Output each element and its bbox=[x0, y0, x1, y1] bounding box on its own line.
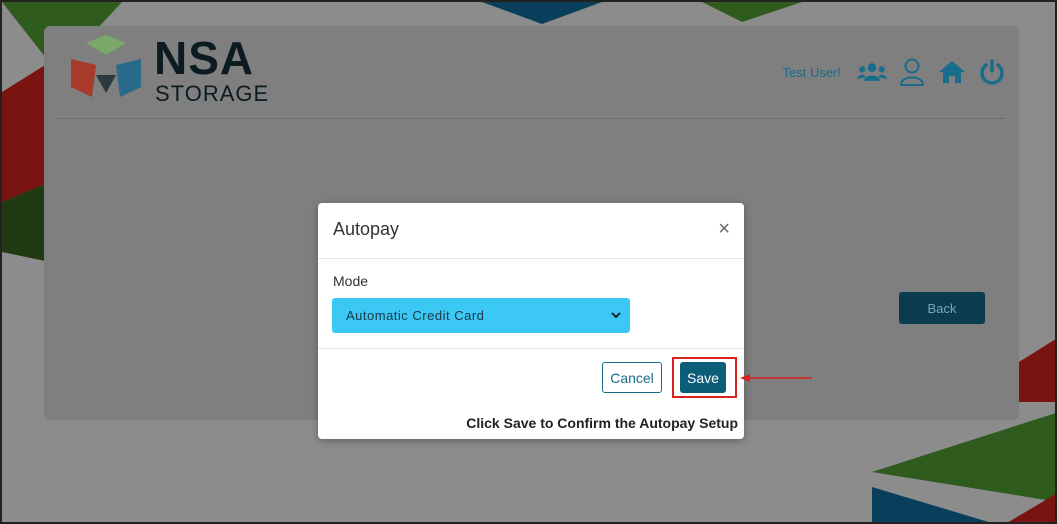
user-icon[interactable] bbox=[897, 57, 927, 87]
logo-main-text: NSA bbox=[154, 32, 255, 84]
power-icon[interactable] bbox=[977, 57, 1007, 87]
mode-label: Mode bbox=[333, 273, 369, 289]
pointer-arrow-icon bbox=[740, 374, 812, 382]
modal-header: Autopay × bbox=[318, 203, 744, 259]
logo-mark-icon bbox=[71, 35, 141, 97]
modal-title: Autopay bbox=[333, 219, 400, 239]
back-button[interactable]: Back bbox=[899, 292, 985, 324]
cancel-button[interactable]: Cancel bbox=[602, 362, 662, 393]
home-icon[interactable] bbox=[937, 57, 967, 87]
user-greeting[interactable]: Test User! bbox=[782, 65, 841, 80]
top-nav: Test User! bbox=[782, 54, 1007, 90]
autopay-modal: Autopay × Mode Automatic Credit Card Can… bbox=[318, 203, 744, 439]
chevron-down-icon bbox=[611, 312, 621, 319]
close-icon[interactable]: × bbox=[718, 219, 730, 239]
logo-sub-text: STORAGE bbox=[155, 81, 270, 106]
mode-select-value: Automatic Credit Card bbox=[346, 308, 485, 323]
header-divider bbox=[57, 118, 1005, 119]
instruction-caption: Click Save to Confirm the Autopay Setup bbox=[466, 415, 738, 431]
nsa-storage-logo: NSA STORAGE bbox=[66, 32, 270, 107]
modal-body: Mode Automatic Credit Card bbox=[318, 259, 744, 349]
users-icon[interactable] bbox=[857, 57, 887, 87]
save-button[interactable]: Save bbox=[680, 362, 726, 393]
mode-select[interactable]: Automatic Credit Card bbox=[332, 298, 630, 333]
